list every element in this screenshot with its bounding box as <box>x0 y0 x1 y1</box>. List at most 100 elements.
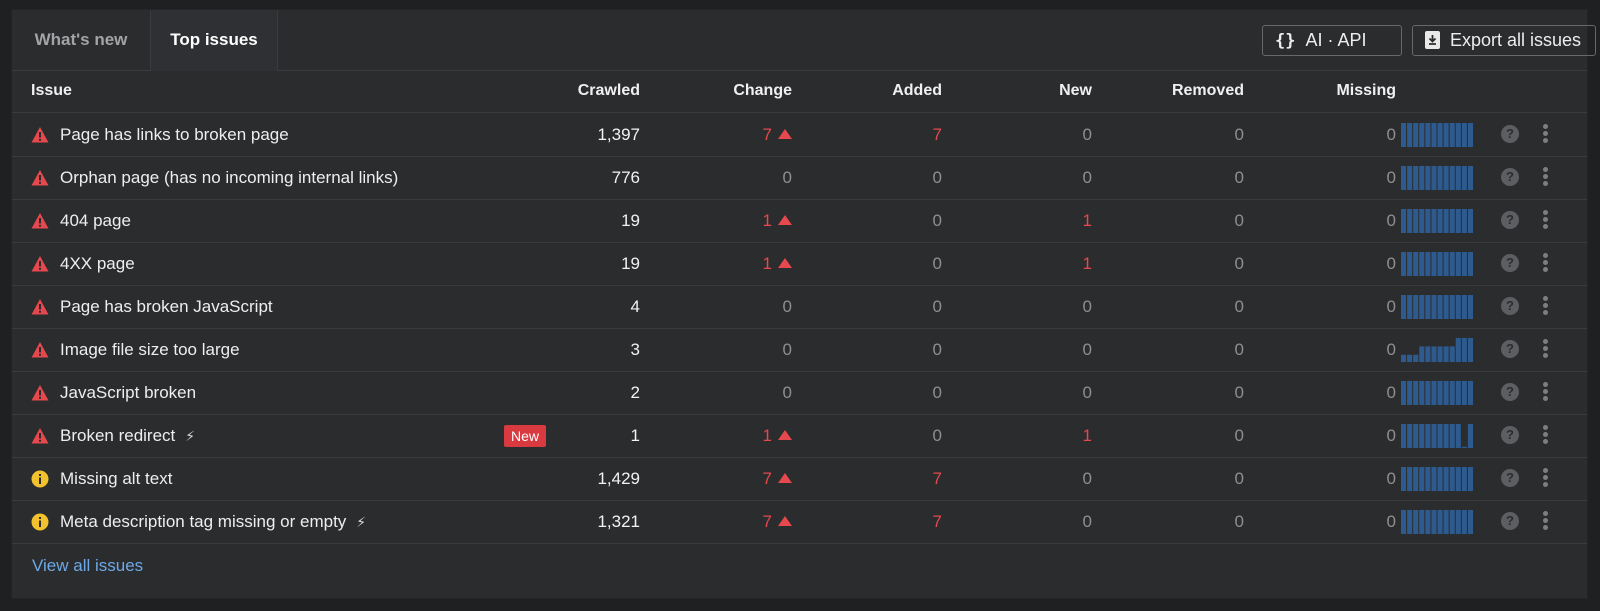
sparkline-bar <box>1467 209 1473 233</box>
table-row[interactable]: Missing alt text 1,429 7 7 0 0 0? <box>12 457 1587 501</box>
help-icon[interactable]: ? <box>1501 469 1519 487</box>
more-options-icon[interactable] <box>1540 382 1550 402</box>
sparkline-bar <box>1413 510 1419 534</box>
sparkline-bar <box>1461 446 1467 448</box>
trend-sparkline[interactable] <box>1401 467 1474 491</box>
added-value: 0 <box>932 426 942 445</box>
trend-sparkline[interactable] <box>1401 381 1474 405</box>
help-icon[interactable]: ? <box>1501 211 1519 229</box>
trend-sparkline[interactable] <box>1401 166 1474 190</box>
col-issue[interactable]: Issue <box>31 70 72 112</box>
sparkline-bar <box>1419 424 1425 448</box>
sparkline-bar <box>1401 295 1407 319</box>
tab-top-issues[interactable]: Top issues <box>150 10 278 71</box>
issue-name[interactable]: Meta description tag missing or empty ⚡ <box>60 500 366 544</box>
sparkline-bar <box>1425 252 1431 276</box>
warning-triangle-icon <box>31 428 49 444</box>
sparkline-bar <box>1413 467 1419 491</box>
help-icon[interactable]: ? <box>1501 125 1519 143</box>
removed-value: 0 <box>1234 340 1244 359</box>
crawled-value: 19 <box>621 211 640 230</box>
new-value: 0 <box>1082 168 1092 187</box>
help-icon[interactable]: ? <box>1501 426 1519 444</box>
sparkline-bar <box>1407 467 1413 491</box>
help-icon[interactable]: ? <box>1501 254 1519 272</box>
added-value: 0 <box>932 254 942 273</box>
table-row[interactable]: Broken redirect ⚡ New 1 1 0 1 0 0? <box>12 414 1587 458</box>
issue-name-text: Image file size too large <box>60 340 240 359</box>
trend-sparkline[interactable] <box>1401 510 1474 534</box>
more-options-icon[interactable] <box>1540 468 1550 488</box>
table-row[interactable]: 404 page 19 1 0 1 0 0? <box>12 199 1587 243</box>
ai-api-button[interactable]: {} AI · API <box>1262 25 1402 56</box>
issue-name[interactable]: 4XX page <box>60 242 135 285</box>
col-removed[interactable]: Removed <box>1102 70 1244 112</box>
sparkline-bar <box>1413 424 1419 448</box>
sparkline-bar <box>1449 467 1455 491</box>
issue-name[interactable]: Orphan page (has no incoming internal li… <box>60 156 398 199</box>
table-row[interactable]: Orphan page (has no incoming internal li… <box>12 156 1587 200</box>
trend-sparkline[interactable] <box>1401 295 1474 319</box>
more-options-icon[interactable] <box>1540 425 1550 445</box>
more-options-icon[interactable] <box>1540 253 1550 273</box>
removed-value: 0 <box>1234 168 1244 187</box>
sparkline-bar <box>1431 123 1437 147</box>
sparkline-bar <box>1407 381 1413 405</box>
up-arrow-icon <box>778 258 792 268</box>
issue-name[interactable]: 404 page <box>60 199 131 242</box>
help-icon[interactable]: ? <box>1501 512 1519 530</box>
sparkline-bar <box>1401 123 1407 147</box>
removed-value: 0 <box>1234 297 1244 316</box>
col-new[interactable]: New <box>952 70 1092 112</box>
help-icon[interactable]: ? <box>1501 383 1519 401</box>
missing-value: 0 <box>1386 211 1396 230</box>
trend-sparkline[interactable] <box>1401 209 1474 233</box>
sparkline-bar <box>1455 424 1461 448</box>
crawled-value: 19 <box>621 254 640 273</box>
lightning-bolt-icon: ⚡ <box>185 428 196 445</box>
table-row[interactable]: Page has broken JavaScript 4 0 0 0 0 0? <box>12 285 1587 329</box>
sparkline-bar <box>1467 123 1473 147</box>
export-all-issues-button[interactable]: Export all issues <box>1412 25 1596 56</box>
missing-value: 0 <box>1386 254 1396 273</box>
table-row[interactable]: Image file size too large 3 0 0 0 0 0? <box>12 328 1587 372</box>
col-added[interactable]: Added <box>802 70 942 112</box>
trend-sparkline[interactable] <box>1401 123 1474 147</box>
help-icon[interactable]: ? <box>1501 168 1519 186</box>
issue-name[interactable]: Page has links to broken page <box>60 113 289 156</box>
more-options-icon[interactable] <box>1540 124 1550 144</box>
sparkline-bar <box>1437 346 1443 362</box>
top-issues-panel: What's new Top issues {} AI · API Export … <box>11 9 1596 599</box>
sparkline-bar <box>1461 467 1467 491</box>
trend-sparkline[interactable] <box>1401 424 1474 448</box>
more-options-icon[interactable] <box>1540 339 1550 359</box>
table-row[interactable]: JavaScript broken 2 0 0 0 0 0? <box>12 371 1587 415</box>
sparkline-bar <box>1437 295 1443 319</box>
issue-name-text: Orphan page (has no incoming internal li… <box>60 168 399 187</box>
sparkline-bar <box>1455 338 1461 362</box>
new-value: 0 <box>1082 512 1092 531</box>
view-all-issues-link[interactable]: View all issues <box>32 543 143 589</box>
table-row[interactable]: Page has links to broken page 1,397 7 7 0 0 0? <box>12 113 1587 157</box>
issue-name[interactable]: Broken redirect ⚡ <box>60 414 195 458</box>
trend-sparkline[interactable] <box>1401 252 1474 276</box>
issue-name[interactable]: Missing alt text <box>60 457 172 500</box>
warning-triangle-icon <box>31 385 49 401</box>
trend-sparkline[interactable] <box>1401 338 1474 362</box>
help-icon[interactable]: ? <box>1501 297 1519 315</box>
more-options-icon[interactable] <box>1540 296 1550 316</box>
issue-name[interactable]: Page has broken JavaScript <box>60 285 273 328</box>
more-options-icon[interactable] <box>1540 210 1550 230</box>
more-options-icon[interactable] <box>1540 511 1550 531</box>
table-row[interactable]: 4XX page 19 1 0 1 0 0? <box>12 242 1587 286</box>
sparkline-bar <box>1467 166 1473 190</box>
more-options-icon[interactable] <box>1540 167 1550 187</box>
issue-name[interactable]: JavaScript broken <box>60 371 196 414</box>
col-missing[interactable]: Missing <box>1252 70 1396 112</box>
col-crawled[interactable]: Crawled <box>492 70 640 112</box>
tab-whats-new[interactable]: What's new <box>12 10 150 70</box>
help-icon[interactable]: ? <box>1501 340 1519 358</box>
issue-name[interactable]: Image file size too large <box>60 328 240 371</box>
col-change[interactable]: Change <box>652 70 792 112</box>
table-row[interactable]: Meta description tag missing or empty ⚡ 1,… <box>12 500 1587 544</box>
